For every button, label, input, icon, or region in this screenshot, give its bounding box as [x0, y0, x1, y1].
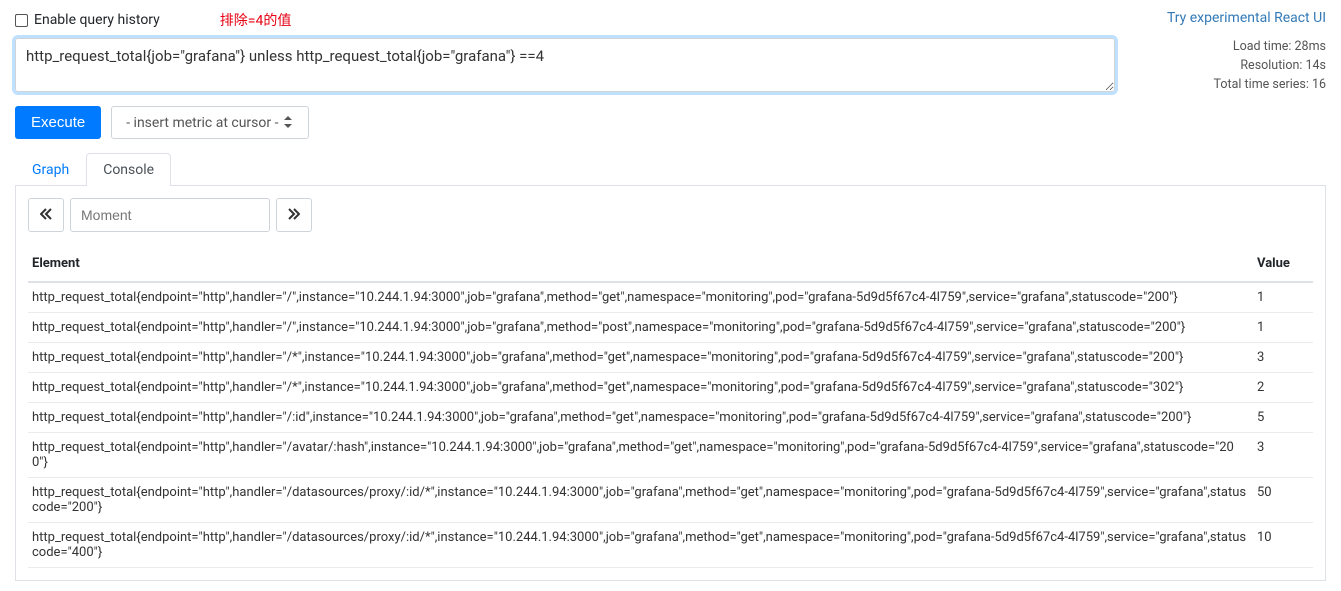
- cell-element: http_request_total{endpoint="http",handl…: [28, 403, 1253, 433]
- table-row: http_request_total{endpoint="http",handl…: [28, 478, 1313, 523]
- cell-value: 50: [1253, 478, 1313, 523]
- cell-value: 1: [1253, 282, 1313, 313]
- top-left-group: Enable query history 排除=4的值: [15, 10, 291, 30]
- enable-history-checkbox-wrap[interactable]: Enable query history: [15, 12, 160, 28]
- query-stats: Load time: 28ms Resolution: 14s Total ti…: [1214, 38, 1326, 94]
- cell-element: http_request_total{endpoint="http",handl…: [28, 282, 1253, 313]
- cell-element: http_request_total{endpoint="http",handl…: [28, 433, 1253, 478]
- tab-graph[interactable]: Graph: [15, 153, 86, 186]
- cell-value: 5: [1253, 403, 1313, 433]
- checkbox-icon: [15, 14, 28, 27]
- header-value: Value: [1253, 248, 1313, 282]
- moment-next-button[interactable]: [276, 198, 312, 232]
- cell-element: http_request_total{endpoint="http",handl…: [28, 313, 1253, 343]
- cell-value: 1: [1253, 313, 1313, 343]
- table-row: http_request_total{endpoint="http",handl…: [28, 343, 1313, 373]
- moment-prev-button[interactable]: [28, 198, 64, 232]
- cell-value: 3: [1253, 343, 1313, 373]
- react-ui-link[interactable]: Try experimental React UI: [1167, 10, 1326, 26]
- query-expression-input[interactable]: [15, 38, 1115, 92]
- console-panel: Element Value http_request_total{endpoin…: [15, 186, 1326, 581]
- metric-select-placeholder: - insert metric at cursor -: [126, 115, 278, 131]
- stat-total-series: Total time series: 16: [1214, 76, 1326, 95]
- tab-console[interactable]: Console: [86, 153, 171, 186]
- double-chevron-right-icon: [288, 208, 300, 223]
- annotation-text: 排除=4的值: [220, 10, 292, 30]
- double-chevron-left-icon: [40, 208, 52, 223]
- table-row: http_request_total{endpoint="http",handl…: [28, 282, 1313, 313]
- query-row: Load time: 28ms Resolution: 14s Total ti…: [15, 38, 1326, 94]
- cell-element: http_request_total{endpoint="http",handl…: [28, 478, 1253, 523]
- cell-value: 3: [1253, 433, 1313, 478]
- controls-row: Execute - insert metric at cursor -: [15, 106, 1326, 139]
- results-table: Element Value http_request_total{endpoin…: [28, 248, 1313, 568]
- stat-load-time: Load time: 28ms: [1214, 38, 1326, 57]
- header-element: Element: [28, 248, 1253, 282]
- enable-history-label: Enable query history: [34, 12, 160, 28]
- tabs: Graph Console: [15, 153, 1326, 186]
- cell-element: http_request_total{endpoint="http",handl…: [28, 523, 1253, 568]
- top-row: Enable query history 排除=4的值 Try experime…: [15, 10, 1326, 30]
- table-row: http_request_total{endpoint="http",handl…: [28, 373, 1313, 403]
- table-row: http_request_total{endpoint="http",handl…: [28, 523, 1313, 568]
- cell-value: 10: [1253, 523, 1313, 568]
- table-row: http_request_total{endpoint="http",handl…: [28, 433, 1313, 478]
- stat-resolution: Resolution: 14s: [1214, 57, 1326, 76]
- metric-select-dropdown[interactable]: - insert metric at cursor -: [111, 106, 309, 139]
- execute-button[interactable]: Execute: [15, 106, 101, 139]
- table-row: http_request_total{endpoint="http",handl…: [28, 313, 1313, 343]
- table-header-row: Element Value: [28, 248, 1313, 282]
- cell-element: http_request_total{endpoint="http",handl…: [28, 373, 1253, 403]
- table-row: http_request_total{endpoint="http",handl…: [28, 403, 1313, 433]
- moment-controls: [28, 198, 1313, 232]
- cell-element: http_request_total{endpoint="http",handl…: [28, 343, 1253, 373]
- cell-value: 2: [1253, 373, 1313, 403]
- moment-input[interactable]: [70, 198, 270, 232]
